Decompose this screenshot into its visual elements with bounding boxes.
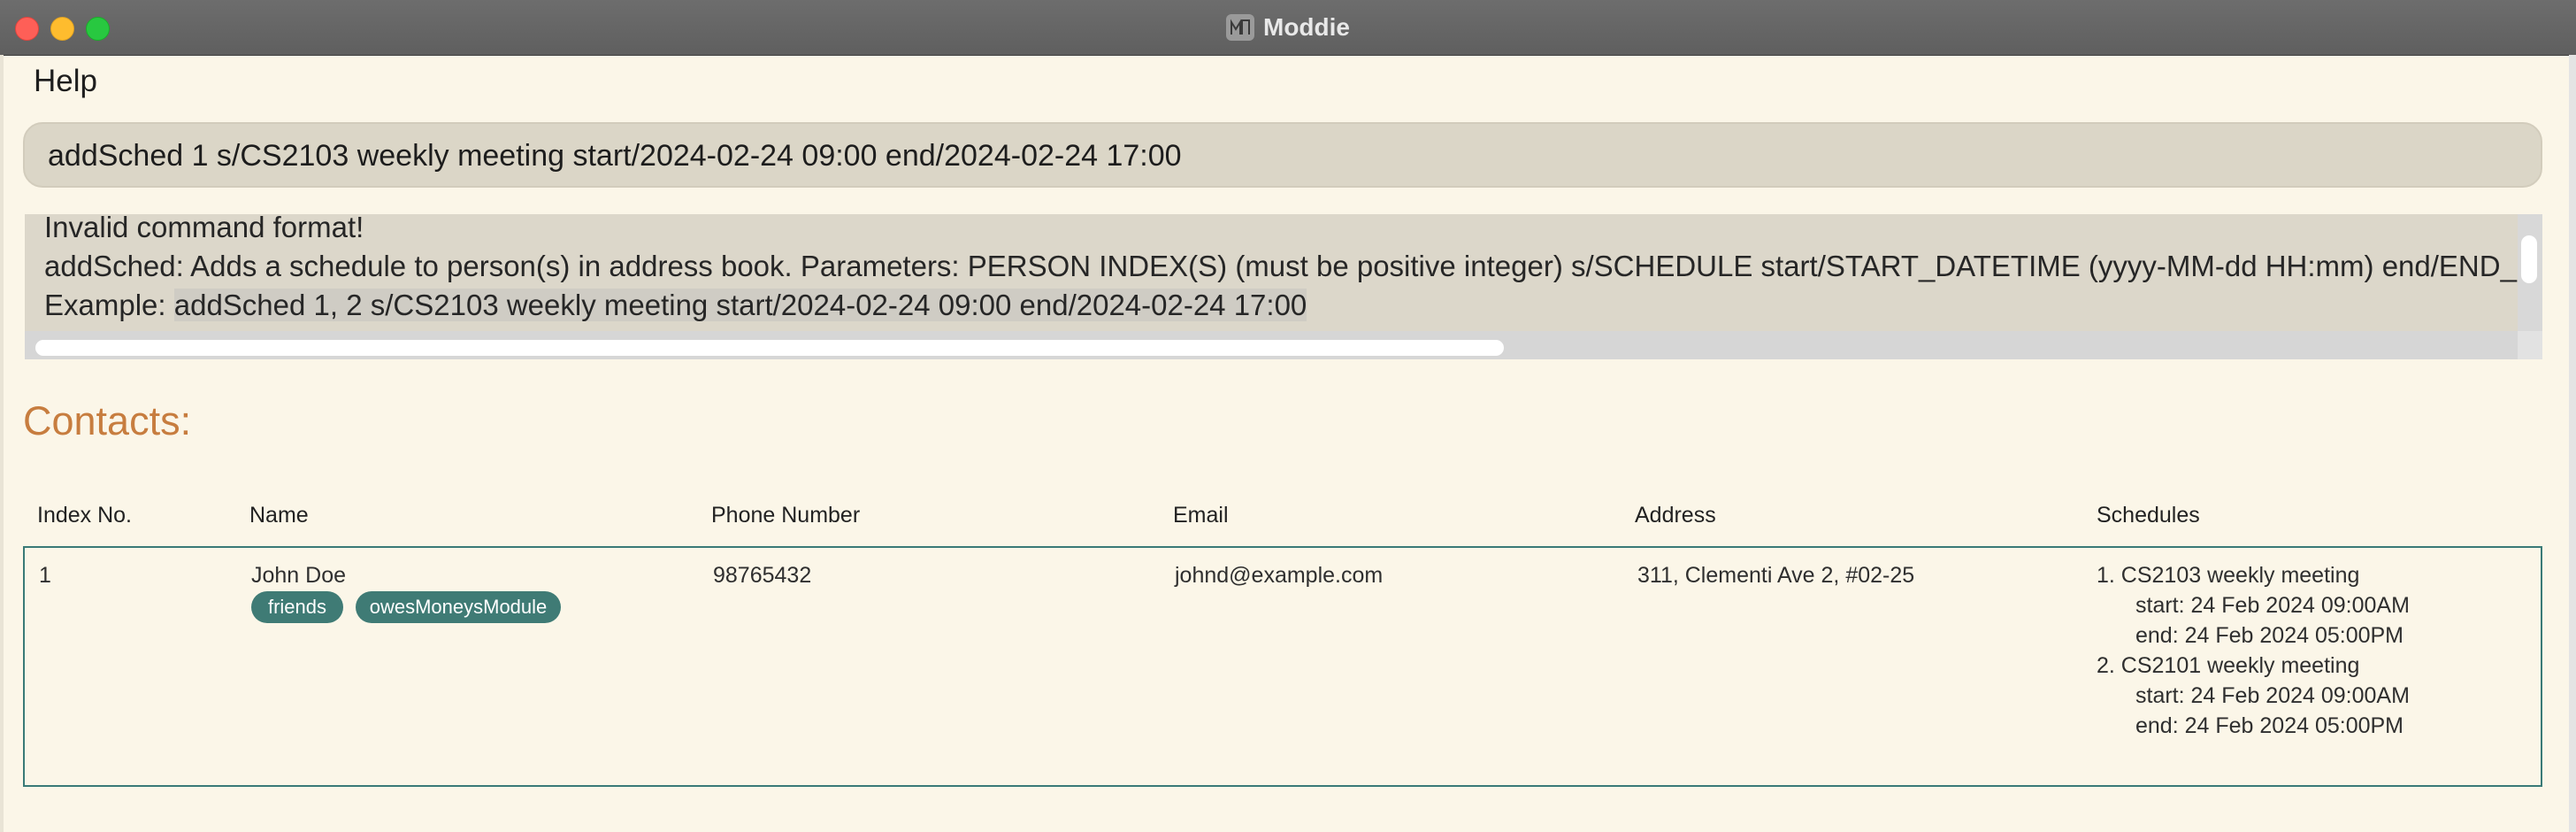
header-address: Address (1635, 503, 1716, 528)
help-menu[interactable]: Help (34, 64, 97, 98)
scroll-corner (2518, 331, 2542, 359)
example-prefix: Example: (44, 289, 174, 321)
tag-owes-moneys-module: owesMoneysModule (356, 591, 561, 623)
header-schedules: Schedules (2097, 503, 2200, 528)
contacts-title: Contacts: (23, 398, 192, 443)
contact-email: johnd@example.com (1175, 563, 1384, 588)
contact-address: 311, Clementi Ave 2, #02-25 (1637, 563, 1915, 588)
schedule-1-title: 1. CS2103 weekly meeting (2097, 563, 2360, 588)
header-index: Index No. (37, 503, 133, 528)
schedule-1-start: start: 24 Feb 2024 09:00AM (2135, 593, 2410, 618)
result-line-error: Invalid command format! (44, 214, 364, 243)
window-title: Moddie (1263, 13, 1350, 41)
left-edge (0, 55, 4, 832)
tag-friends: friends (251, 591, 343, 623)
header-phone: Phone Number (711, 503, 861, 528)
right-edge (2569, 55, 2576, 832)
result-display: Invalid command format! addSched: Adds a… (25, 214, 2518, 331)
contact-index: 1 (39, 563, 51, 588)
contact-name: John Doe (251, 563, 347, 588)
schedule-1-end: end: 24 Feb 2024 05:00PM (2135, 623, 2404, 648)
command-box (23, 122, 2542, 188)
title-bar: Moddie (0, 0, 2576, 56)
header-name: Name (249, 503, 309, 528)
command-input[interactable] (46, 124, 2509, 188)
schedule-2-start: start: 24 Feb 2024 09:00AM (2135, 683, 2410, 708)
result-line-usage: addSched: Adds a schedule to person(s) i… (44, 250, 2518, 282)
result-line-example: Example: addSched 1, 2 s/CS2103 weekly m… (44, 289, 1307, 322)
schedule-2-end: end: 24 Feb 2024 05:00PM (2135, 713, 2404, 738)
header-email: Email (1173, 503, 1229, 528)
result-horizontal-scroll-thumb[interactable] (35, 340, 1504, 356)
contact-phone: 98765432 (713, 563, 812, 588)
menu-bar: Help (34, 64, 97, 103)
example-command: addSched 1, 2 s/CS2103 weekly meeting st… (173, 289, 1307, 321)
schedule-2-title: 2. CS2101 weekly meeting (2097, 653, 2360, 678)
app-icon (1226, 14, 1254, 41)
result-vertical-scroll-thumb[interactable] (2521, 235, 2537, 283)
